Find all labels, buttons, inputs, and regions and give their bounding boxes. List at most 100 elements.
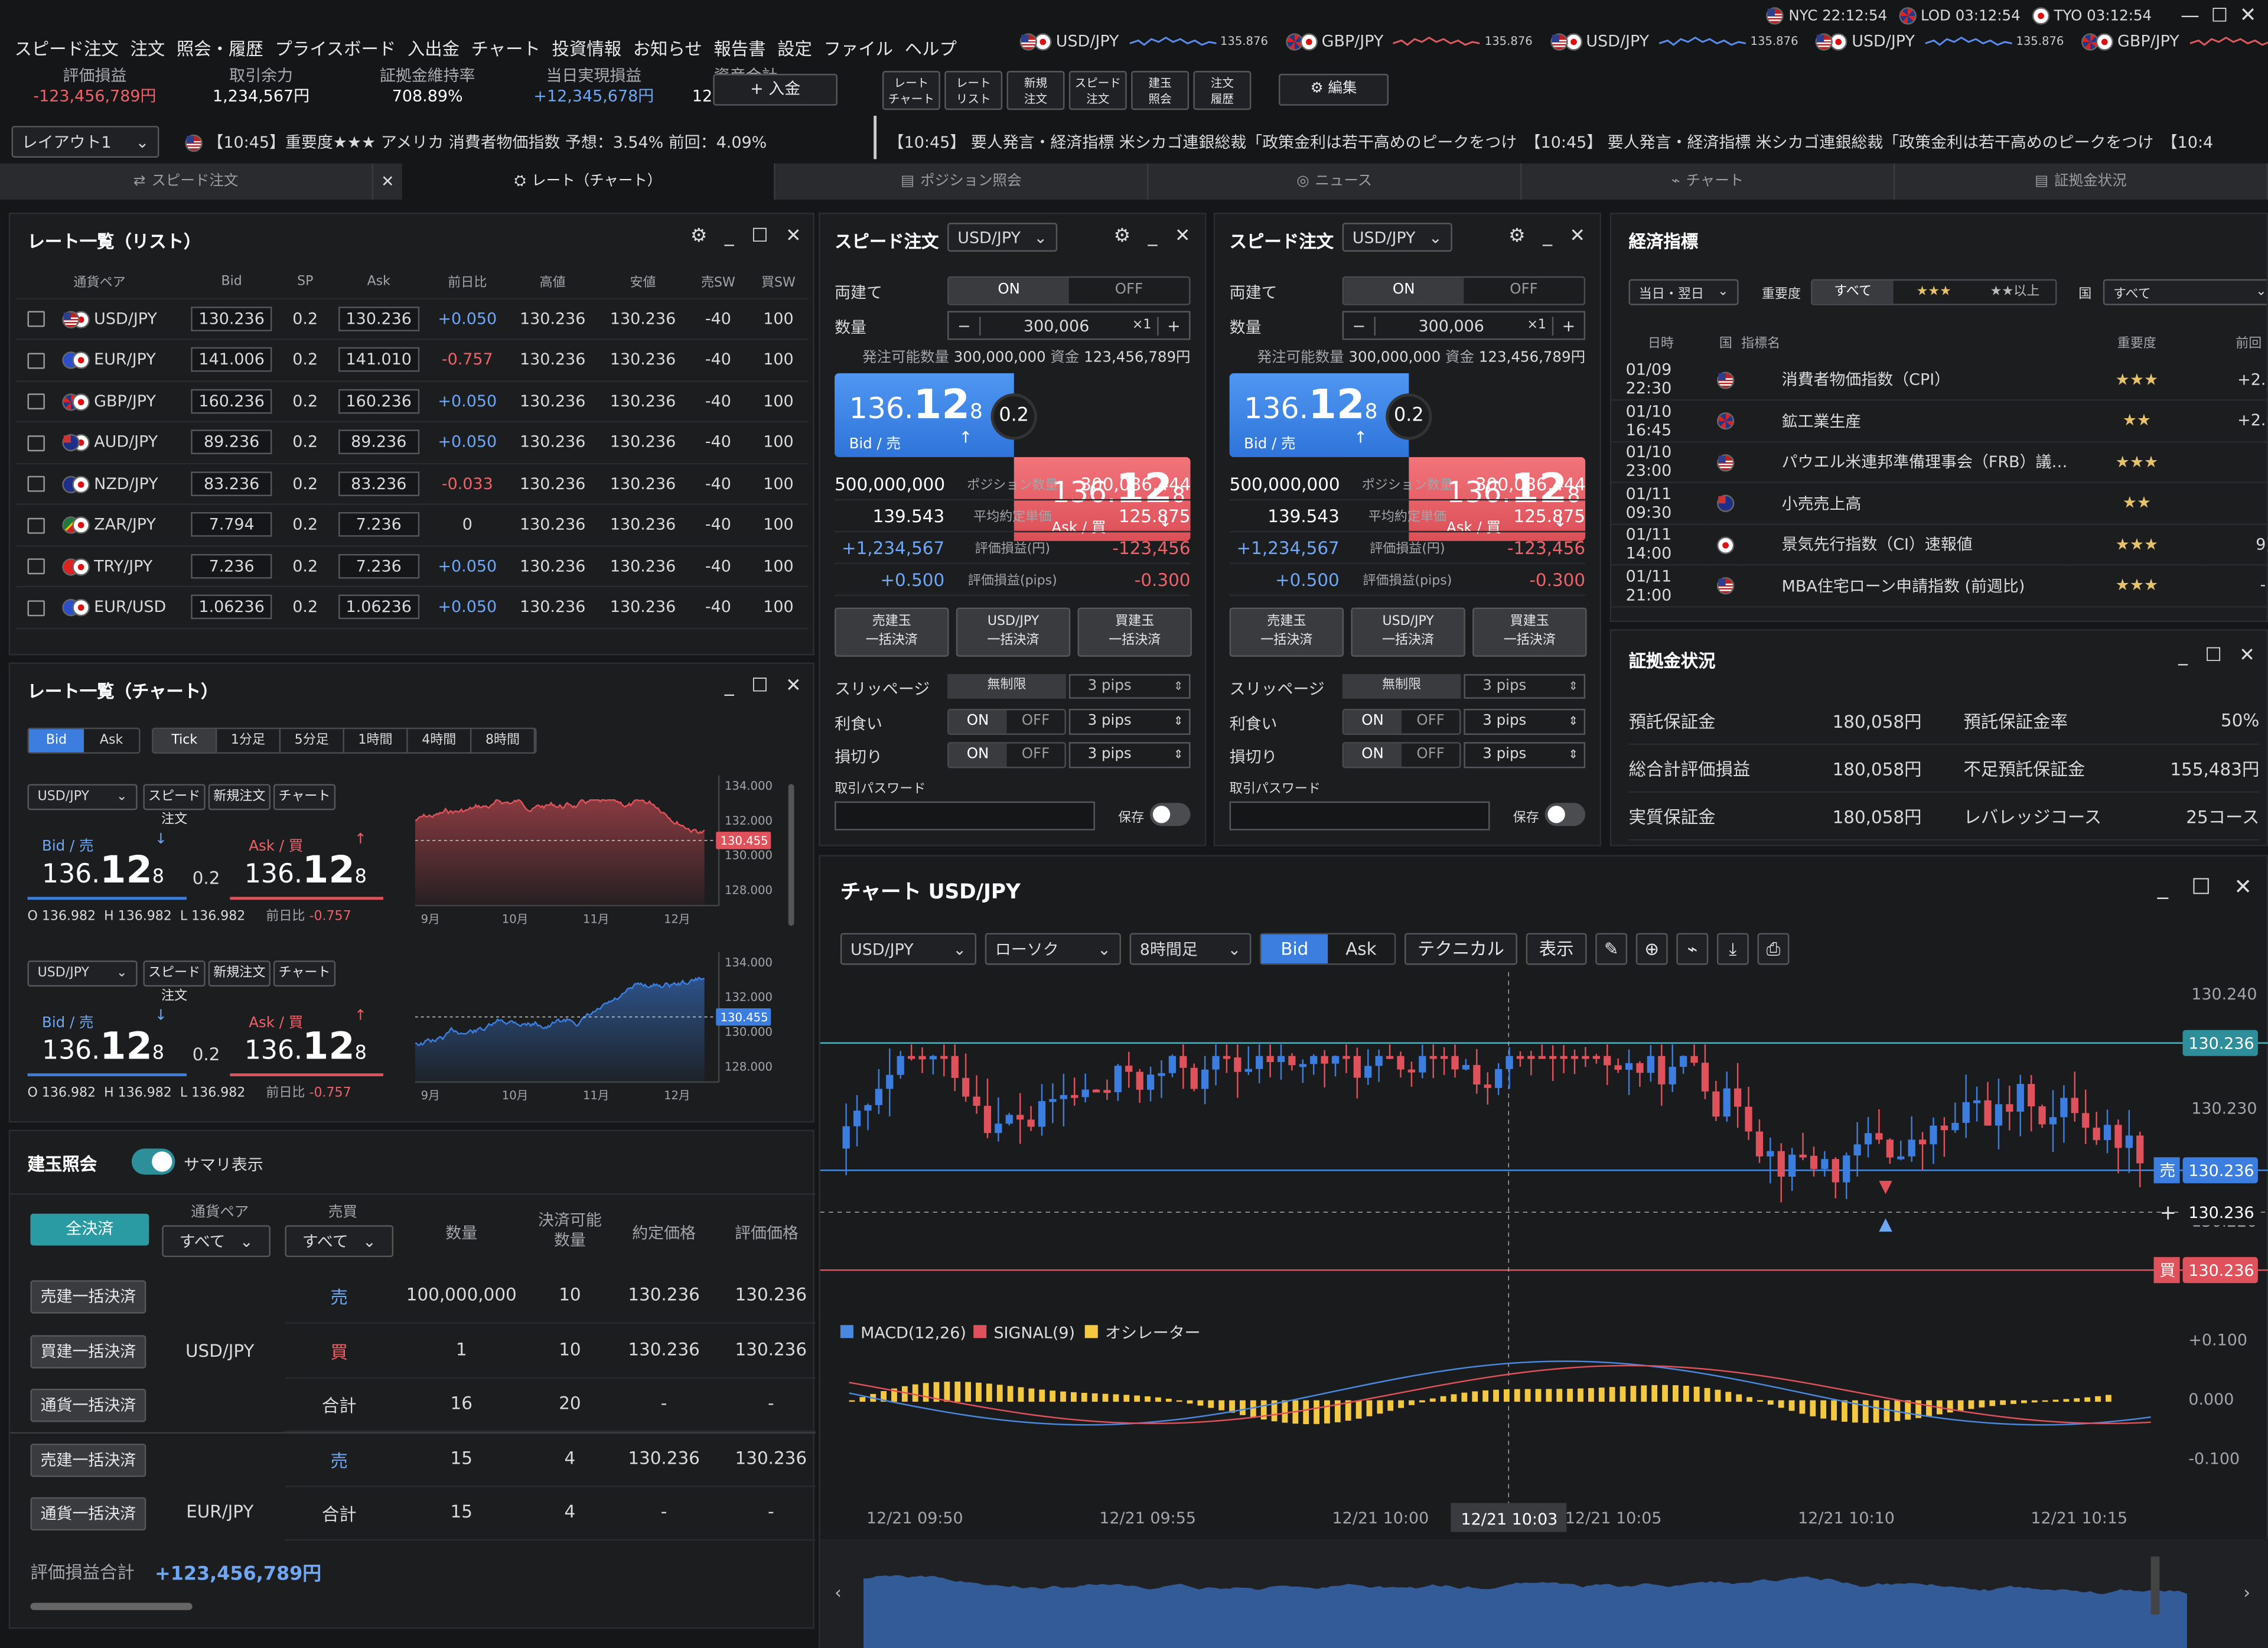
ask-price[interactable]: 141.010: [338, 347, 419, 373]
mini-rate-chart[interactable]: 134.000 132.000 130.000 128.000 130.455 9月 10月…: [415, 775, 777, 934]
plus-icon[interactable]: +: [1552, 316, 1584, 335]
bulk-close-button[interactable]: USD/JPY 一括決済: [956, 607, 1071, 657]
ticker-item[interactable]: USD/JPY 135.876: [1815, 32, 2064, 51]
toggle-on[interactable]: ON: [1344, 710, 1402, 734]
password-input[interactable]: [1229, 801, 1490, 830]
timeframe-select[interactable]: 8時間足 ⌄: [1129, 933, 1252, 965]
importance-all[interactable]: すべて: [1812, 281, 1894, 304]
indicator-row[interactable]: 01/11 21:00 MBA住宅ローン申請指数 (前週比) ★★★ -4.6: [1611, 565, 2267, 607]
minimize-icon[interactable]: _: [725, 676, 734, 698]
toolbar-button[interactable]: 建玉 照会: [1131, 71, 1190, 110]
stepper-icon[interactable]: ⇕: [1174, 744, 1183, 767]
layout-select[interactable]: レイアウト1 ⌄: [11, 126, 159, 158]
save-toggle[interactable]: [1149, 803, 1191, 826]
sell-button[interactable]: 136.128 Bid / 売 ↑: [835, 373, 1014, 457]
minimize-icon[interactable]: —: [2181, 5, 2199, 27]
column-header[interactable]: 買SW: [748, 266, 809, 299]
edit-button[interactable]: ⚙ 編集: [1278, 73, 1389, 106]
horizontal-scrollbar[interactable]: [30, 1603, 193, 1610]
close-icon[interactable]: ✕: [1569, 226, 1585, 247]
menu-item[interactable]: 注文: [130, 35, 165, 60]
rate-row[interactable]: EUR/USD 1.06236 0.2 1.06236 +0.050 130.2…: [15, 587, 809, 629]
display-button[interactable]: 表示: [1526, 933, 1587, 965]
period-tab[interactable]: Tick: [153, 729, 217, 753]
stepper-icon[interactable]: ⇕: [1174, 676, 1183, 698]
candlestick-chart[interactable]: ▼▲130.240130.230130.220130.236売130.236+1…: [820, 972, 2268, 1648]
speed-order-button[interactable]: スピード注文: [143, 960, 206, 1004]
new-order-button[interactable]: 新規注文: [208, 784, 271, 810]
ask-price[interactable]: 7.236: [338, 512, 419, 538]
stepper-icon[interactable]: ⇕: [1568, 676, 1578, 698]
bulk-close-button[interactable]: 売建玉 一括決済: [1229, 607, 1344, 657]
scroll-left-icon[interactable]: ‹: [835, 1582, 842, 1603]
workspace-tab[interactable]: ▤ 証拠金状況: [1895, 163, 2268, 200]
menu-item[interactable]: 入出金: [408, 35, 460, 60]
pair-select[interactable]: USD/JPY ⌄: [27, 960, 138, 987]
menu-item[interactable]: プライスボード: [275, 35, 396, 60]
rate-row[interactable]: ZAR/JPY 7.794 0.2 7.236 0 130.236 130.23…: [15, 504, 809, 546]
minus-icon[interactable]: −: [1344, 316, 1376, 335]
navigator-handle[interactable]: [2150, 1556, 2160, 1615]
technical-button[interactable]: テクニカル: [1404, 933, 1518, 965]
toolbar-button[interactable]: レート チャート: [882, 71, 940, 110]
plus-icon[interactable]: +: [1157, 316, 1189, 335]
menu-item[interactable]: チャート: [471, 35, 540, 60]
bid-price[interactable]: 130.236: [191, 306, 272, 331]
toolbar-button[interactable]: 新規 注文: [1006, 71, 1065, 110]
slippage-pips[interactable]: 3 pips ⇕: [1464, 674, 1586, 699]
minimize-icon[interactable]: _: [2158, 874, 2168, 900]
pencil-icon[interactable]: ✎: [1595, 933, 1628, 965]
pair-select[interactable]: USD/JPY ⌄: [1342, 223, 1452, 252]
chart-type-select[interactable]: ローソク ⌄: [985, 933, 1121, 965]
slippage-pips[interactable]: 3 pips ⇕: [1068, 674, 1191, 699]
hedge-off[interactable]: OFF: [1069, 278, 1189, 304]
chart-icon[interactable]: [27, 600, 45, 616]
close-icon[interactable]: ✕: [2234, 874, 2252, 900]
indicator-row[interactable]: 01/11 14:00 景気先行指数（CI）速報値 ★★★ 98.6: [1611, 523, 2267, 566]
workspace-tab[interactable]: ⇄ スピード注文: [0, 163, 373, 200]
bulk-close-button[interactable]: 売建一括決済: [30, 1280, 146, 1314]
column-header[interactable]: 通貨ペア: [15, 266, 184, 299]
indicator-row[interactable]: 01/11 09:30 小売売上高 ★★ -: [1611, 482, 2267, 525]
close-icon[interactable]: ✕: [1175, 226, 1191, 247]
rate-row[interactable]: EUR/JPY 141.006 0.2 141.010 -0.757 130.2…: [15, 339, 809, 382]
workspace-tab[interactable]: ▤ ポジション照会: [775, 163, 1149, 200]
chart-icon[interactable]: [27, 311, 45, 328]
close-icon[interactable]: ✕: [786, 676, 801, 698]
maximize-icon[interactable]: ☐: [751, 676, 768, 698]
new-order-button[interactable]: 新規注文: [208, 960, 271, 987]
quantity-value[interactable]: 300,006: [980, 316, 1132, 335]
ask-toggle[interactable]: Ask: [1328, 934, 1394, 963]
period-tab[interactable]: 1分足: [217, 729, 281, 753]
maximize-icon[interactable]: ☐: [2205, 645, 2222, 667]
bid-price[interactable]: 83.236: [191, 471, 272, 496]
pair-select[interactable]: USD/JPY ⌄: [840, 933, 977, 965]
ask-price[interactable]: 1.06236: [338, 595, 419, 620]
toggle-off[interactable]: OFF: [1402, 710, 1459, 733]
column-header[interactable]: Ask: [330, 266, 428, 299]
ticker-item[interactable]: USD/JPY 135.876: [1019, 32, 1268, 51]
ask-price[interactable]: 136.128: [245, 849, 367, 893]
column-header[interactable]: SP: [280, 266, 331, 299]
workspace-tab[interactable]: ⛭ レート（チャート）: [402, 163, 775, 200]
bid-toggle[interactable]: Bid: [28, 729, 84, 753]
pair-filter[interactable]: すべて ⌄: [162, 1225, 271, 1258]
workspace-tab[interactable]: ⌁ チャート: [1521, 163, 1895, 200]
close-icon[interactable]: ✕: [2239, 645, 2255, 667]
toggle-off[interactable]: OFF: [1007, 744, 1065, 767]
bulk-close-button[interactable]: 通貨一括決済: [30, 1497, 146, 1531]
ticker-item[interactable]: GBP/JPY 135.876: [1285, 32, 1533, 51]
importance-2star-plus[interactable]: ★★以上: [1974, 281, 2055, 304]
gear-icon[interactable]: ⚙: [1114, 226, 1131, 247]
menu-item[interactable]: お知らせ: [633, 35, 702, 60]
slippage-unlimited[interactable]: 無制限: [1342, 674, 1461, 699]
slippage-unlimited[interactable]: 無制限: [947, 674, 1066, 699]
deposit-button[interactable]: + 入金: [713, 73, 838, 106]
bulk-close-button[interactable]: 通貨一括決済: [30, 1389, 146, 1422]
bulk-close-button[interactable]: 売建玉 一括決済: [835, 607, 949, 657]
rate-row[interactable]: USD/JPY 130.236 0.2 130.236 +0.050 130.2…: [15, 298, 809, 340]
sell-button[interactable]: 136.128 Bid / 売 ↑: [1229, 373, 1409, 457]
pair-select[interactable]: USD/JPY ⌄: [27, 784, 138, 810]
bulk-close-button[interactable]: USD/JPY 一括決済: [1351, 607, 1465, 657]
ask-price[interactable]: 89.236: [338, 429, 419, 455]
